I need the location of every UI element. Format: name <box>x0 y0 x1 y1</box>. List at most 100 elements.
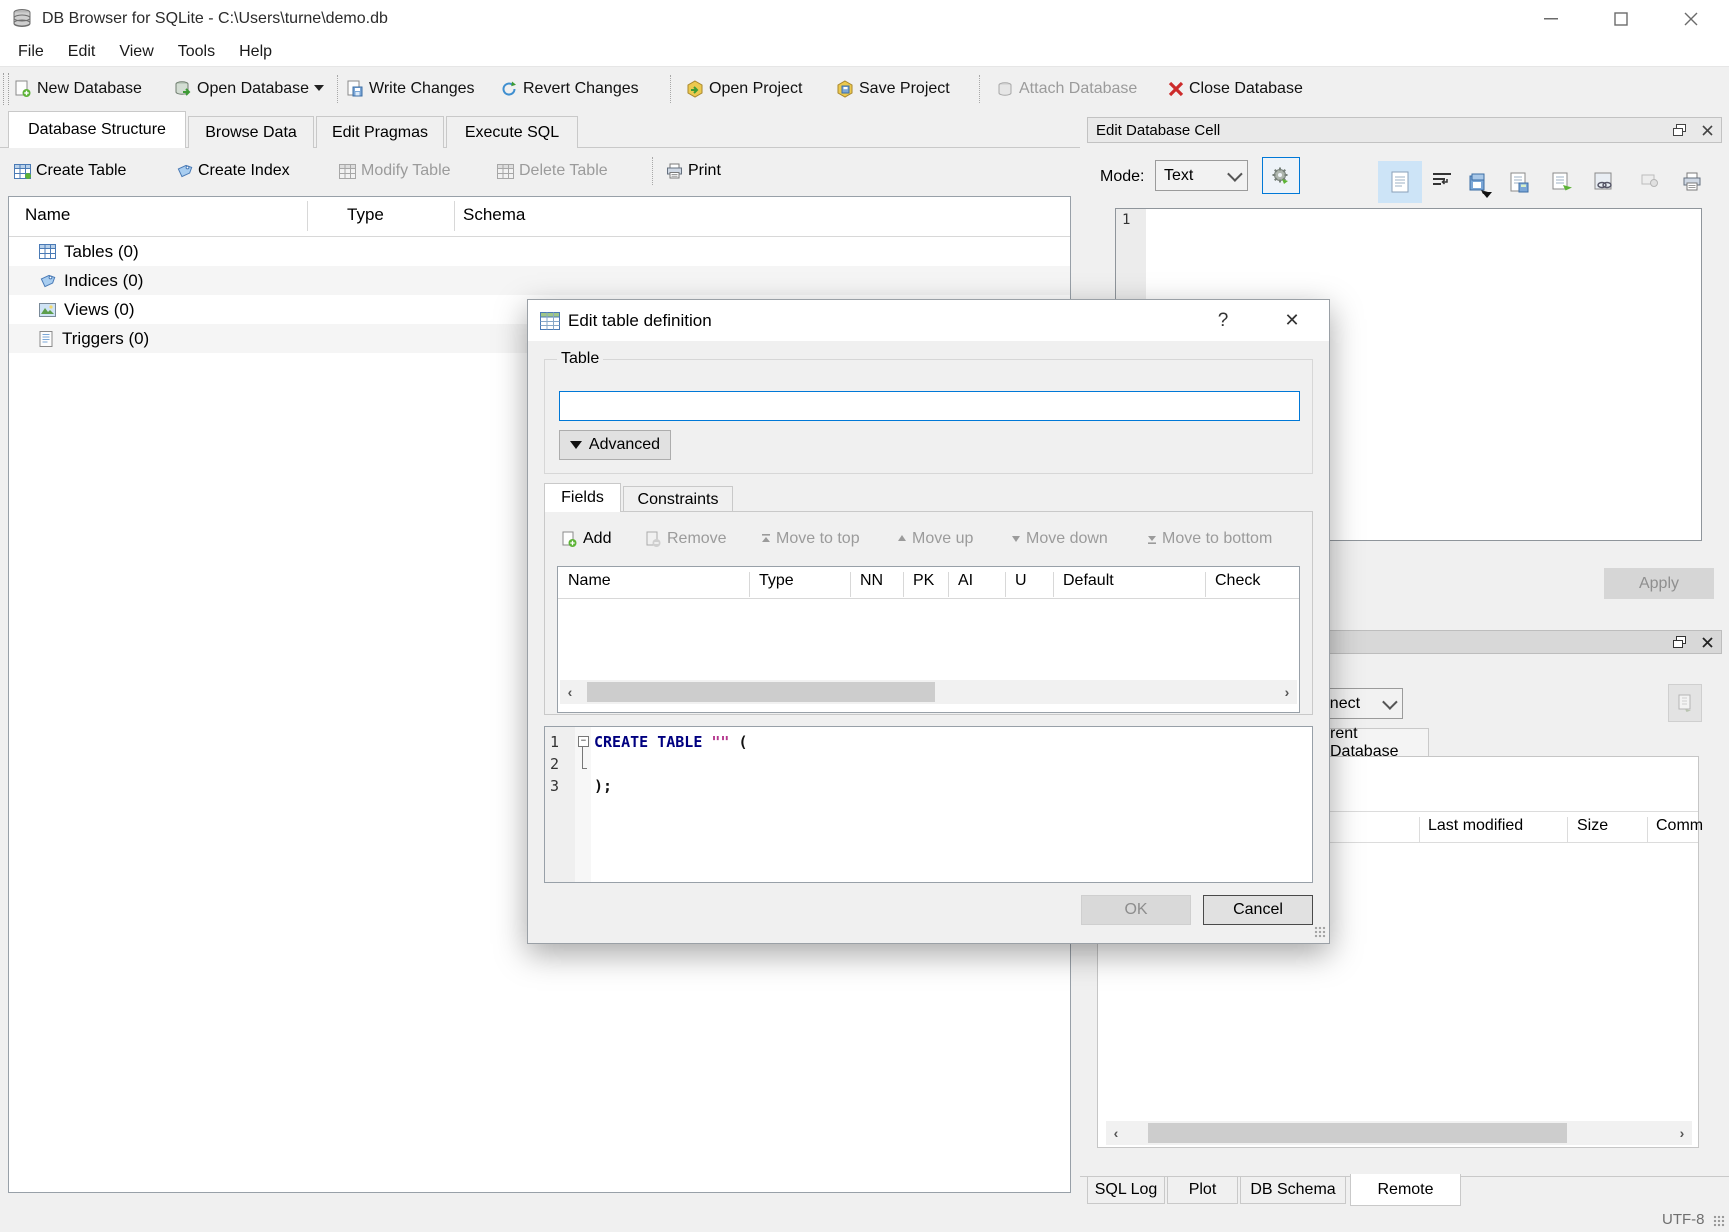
column-header-field-name[interactable]: Name <box>568 572 611 590</box>
tab-edit-pragmas[interactable]: Edit Pragmas <box>316 116 444 148</box>
column-header-commit[interactable]: Comm <box>1656 817 1703 835</box>
tab-fields[interactable]: Fields <box>544 483 621 512</box>
delete-table-button[interactable]: Delete Table <box>497 150 608 192</box>
print-button[interactable]: Print <box>666 150 721 192</box>
tree-item-tables[interactable]: Tables (0) <box>9 237 1070 266</box>
column-divider[interactable] <box>454 201 455 231</box>
revert-changes-button[interactable]: Revert Changes <box>500 67 639 111</box>
column-divider[interactable] <box>307 201 308 231</box>
column-header-size[interactable]: Size <box>1577 817 1608 835</box>
text-view-toggle[interactable] <box>1378 161 1422 203</box>
close-panel-icon[interactable] <box>1702 125 1713 136</box>
tab-browse-data[interactable]: Browse Data <box>188 116 314 148</box>
fold-marker-icon[interactable]: − <box>578 736 589 747</box>
column-divider[interactable] <box>1053 572 1054 597</box>
tree-item-indices[interactable]: Indices (0) <box>9 266 1070 295</box>
save-project-button[interactable]: Save Project <box>836 67 950 111</box>
column-header-ai[interactable]: AI <box>958 572 973 590</box>
float-panel-icon[interactable] <box>1673 636 1686 649</box>
column-header-nn[interactable]: NN <box>860 572 883 590</box>
auto-apply-toggle-button[interactable] <box>1262 157 1300 194</box>
tab-remote[interactable]: Remote <box>1350 1174 1461 1206</box>
new-database-button[interactable]: New Database <box>14 67 142 111</box>
tab-database-structure[interactable]: Database Structure <box>8 111 186 148</box>
close-window-button[interactable] <box>1668 0 1714 38</box>
column-header-default[interactable]: Default <box>1063 572 1114 590</box>
remote-push-button[interactable] <box>1668 684 1702 722</box>
maximize-button[interactable] <box>1598 0 1644 38</box>
column-divider[interactable] <box>903 572 904 597</box>
column-header-u[interactable]: U <box>1015 572 1027 590</box>
column-header-name[interactable]: Name <box>25 205 70 225</box>
cancel-button[interactable]: Cancel <box>1203 895 1313 925</box>
attach-database-button[interactable]: Attach Database <box>996 67 1137 111</box>
export-cell-data-icon[interactable] <box>1510 172 1530 194</box>
create-table-button[interactable]: Create Table <box>14 150 126 192</box>
tab-execute-sql[interactable]: Execute SQL <box>446 116 578 148</box>
advanced-button[interactable]: Advanced <box>559 430 671 460</box>
open-database-button[interactable]: Open Database <box>174 67 309 111</box>
column-header-last-modified[interactable]: Last modified <box>1428 817 1523 835</box>
move-to-top-button[interactable]: Move to top <box>761 526 860 552</box>
toolbar-drag-handle[interactable] <box>3 73 9 105</box>
dialog-close-button[interactable]: ✕ <box>1266 300 1318 341</box>
minimize-button[interactable] <box>1528 0 1574 38</box>
tab-sql-log[interactable]: SQL Log <box>1087 1177 1165 1204</box>
column-divider[interactable] <box>1647 817 1648 843</box>
dialog-help-button[interactable]: ? <box>1200 300 1246 341</box>
menu-edit[interactable]: Edit <box>56 38 108 66</box>
menu-help[interactable]: Help <box>227 38 284 66</box>
column-divider[interactable] <box>1005 572 1006 597</box>
create-index-button[interactable]: Create Index <box>176 150 290 192</box>
float-panel-icon[interactable] <box>1673 124 1686 137</box>
tab-db-schema[interactable]: DB Schema <box>1240 1177 1346 1204</box>
import-cell-data-icon[interactable] <box>1468 172 1490 194</box>
remote-horizontal-scrollbar[interactable]: ‹ › <box>1106 1121 1692 1145</box>
apply-button[interactable]: Apply <box>1604 568 1714 599</box>
modify-table-button[interactable]: Modify Table <box>339 150 451 192</box>
tab-plot[interactable]: Plot <box>1167 1177 1238 1204</box>
column-divider[interactable] <box>749 572 750 597</box>
scrollbar-thumb[interactable] <box>587 682 935 702</box>
add-field-button[interactable]: Add <box>561 526 611 552</box>
close-database-button[interactable]: Close Database <box>1168 67 1303 111</box>
column-divider[interactable] <box>1419 817 1420 843</box>
scroll-right-arrow[interactable]: › <box>1277 680 1297 704</box>
tab-constraints[interactable]: Constraints <box>623 486 733 512</box>
scroll-right-arrow[interactable]: › <box>1672 1121 1692 1145</box>
print-cell-icon[interactable] <box>1682 172 1702 191</box>
column-divider[interactable] <box>850 572 851 597</box>
menu-view[interactable]: View <box>107 38 165 66</box>
move-down-button[interactable]: Move down <box>1011 526 1108 552</box>
move-to-bottom-button[interactable]: Move to bottom <box>1147 526 1272 552</box>
column-divider[interactable] <box>948 572 949 597</box>
write-changes-button[interactable]: Write Changes <box>346 67 475 111</box>
column-header-field-type[interactable]: Type <box>759 572 794 590</box>
set-null-icon[interactable] <box>1641 172 1659 188</box>
fields-horizontal-scrollbar[interactable]: ‹ › <box>560 680 1297 704</box>
dialog-resize-grip[interactable] <box>1314 926 1326 938</box>
mode-select[interactable]: Text <box>1155 160 1248 191</box>
column-header-schema[interactable]: Schema <box>463 205 525 225</box>
open-project-button[interactable]: Open Project <box>686 67 802 111</box>
column-header-check[interactable]: Check <box>1215 572 1260 590</box>
encoding-indicator[interactable]: UTF-8 <box>1662 1211 1705 1228</box>
column-divider[interactable] <box>1205 572 1206 597</box>
link-cell-icon[interactable] <box>1594 172 1616 192</box>
window-resize-grip[interactable] <box>1713 1215 1725 1227</box>
dialog-titlebar[interactable]: Edit table definition ? ✕ <box>528 300 1329 341</box>
column-header-type[interactable]: Type <box>347 205 384 225</box>
table-name-input[interactable] <box>559 391 1300 421</box>
scroll-left-arrow[interactable]: ‹ <box>1106 1121 1126 1145</box>
word-wrap-icon[interactable] <box>1432 172 1452 188</box>
menu-tools[interactable]: Tools <box>166 38 227 66</box>
close-panel-icon[interactable] <box>1702 637 1713 648</box>
remote-current-database-tab[interactable]: rent Database <box>1319 728 1429 757</box>
column-divider[interactable] <box>1567 817 1568 843</box>
scrollbar-thumb[interactable] <box>1148 1123 1567 1143</box>
ok-button[interactable]: OK <box>1081 895 1191 925</box>
open-database-dropdown-caret[interactable] <box>314 91 324 108</box>
scroll-left-arrow[interactable]: ‹ <box>560 680 580 704</box>
column-header-pk[interactable]: PK <box>913 572 934 590</box>
apply-cell-icon[interactable] <box>1552 172 1574 192</box>
